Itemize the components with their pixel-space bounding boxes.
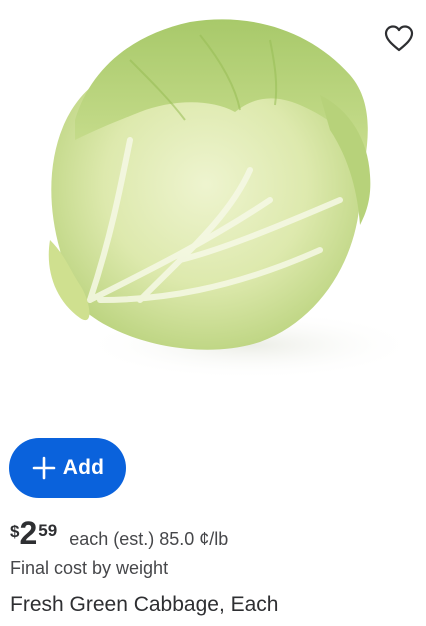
- price-cents: 59: [38, 521, 58, 540]
- favorite-button[interactable]: [380, 20, 418, 56]
- product-card[interactable]: Add $ 2 59 each (est.) 85.0 ¢/lb Final c…: [0, 0, 426, 626]
- price: $ 2 59 each (est.) 85.0 ¢/lb: [10, 515, 228, 555]
- final-cost-note: Final cost by weight: [10, 558, 169, 578]
- heart-outline-icon: [384, 25, 414, 52]
- price-currency: $: [10, 522, 20, 541]
- plus-icon: [31, 455, 57, 481]
- add-to-cart-button[interactable]: Add: [9, 438, 126, 498]
- product-title[interactable]: Fresh Green Cabbage, Each: [10, 593, 279, 617]
- product-image[interactable]: [20, 0, 400, 400]
- price-dollars: 2: [19, 515, 38, 551]
- cabbage-illustration: [48, 19, 400, 380]
- price-unit-text: each (est.) 85.0 ¢/lb: [69, 529, 229, 549]
- add-button-label: Add: [62, 456, 105, 479]
